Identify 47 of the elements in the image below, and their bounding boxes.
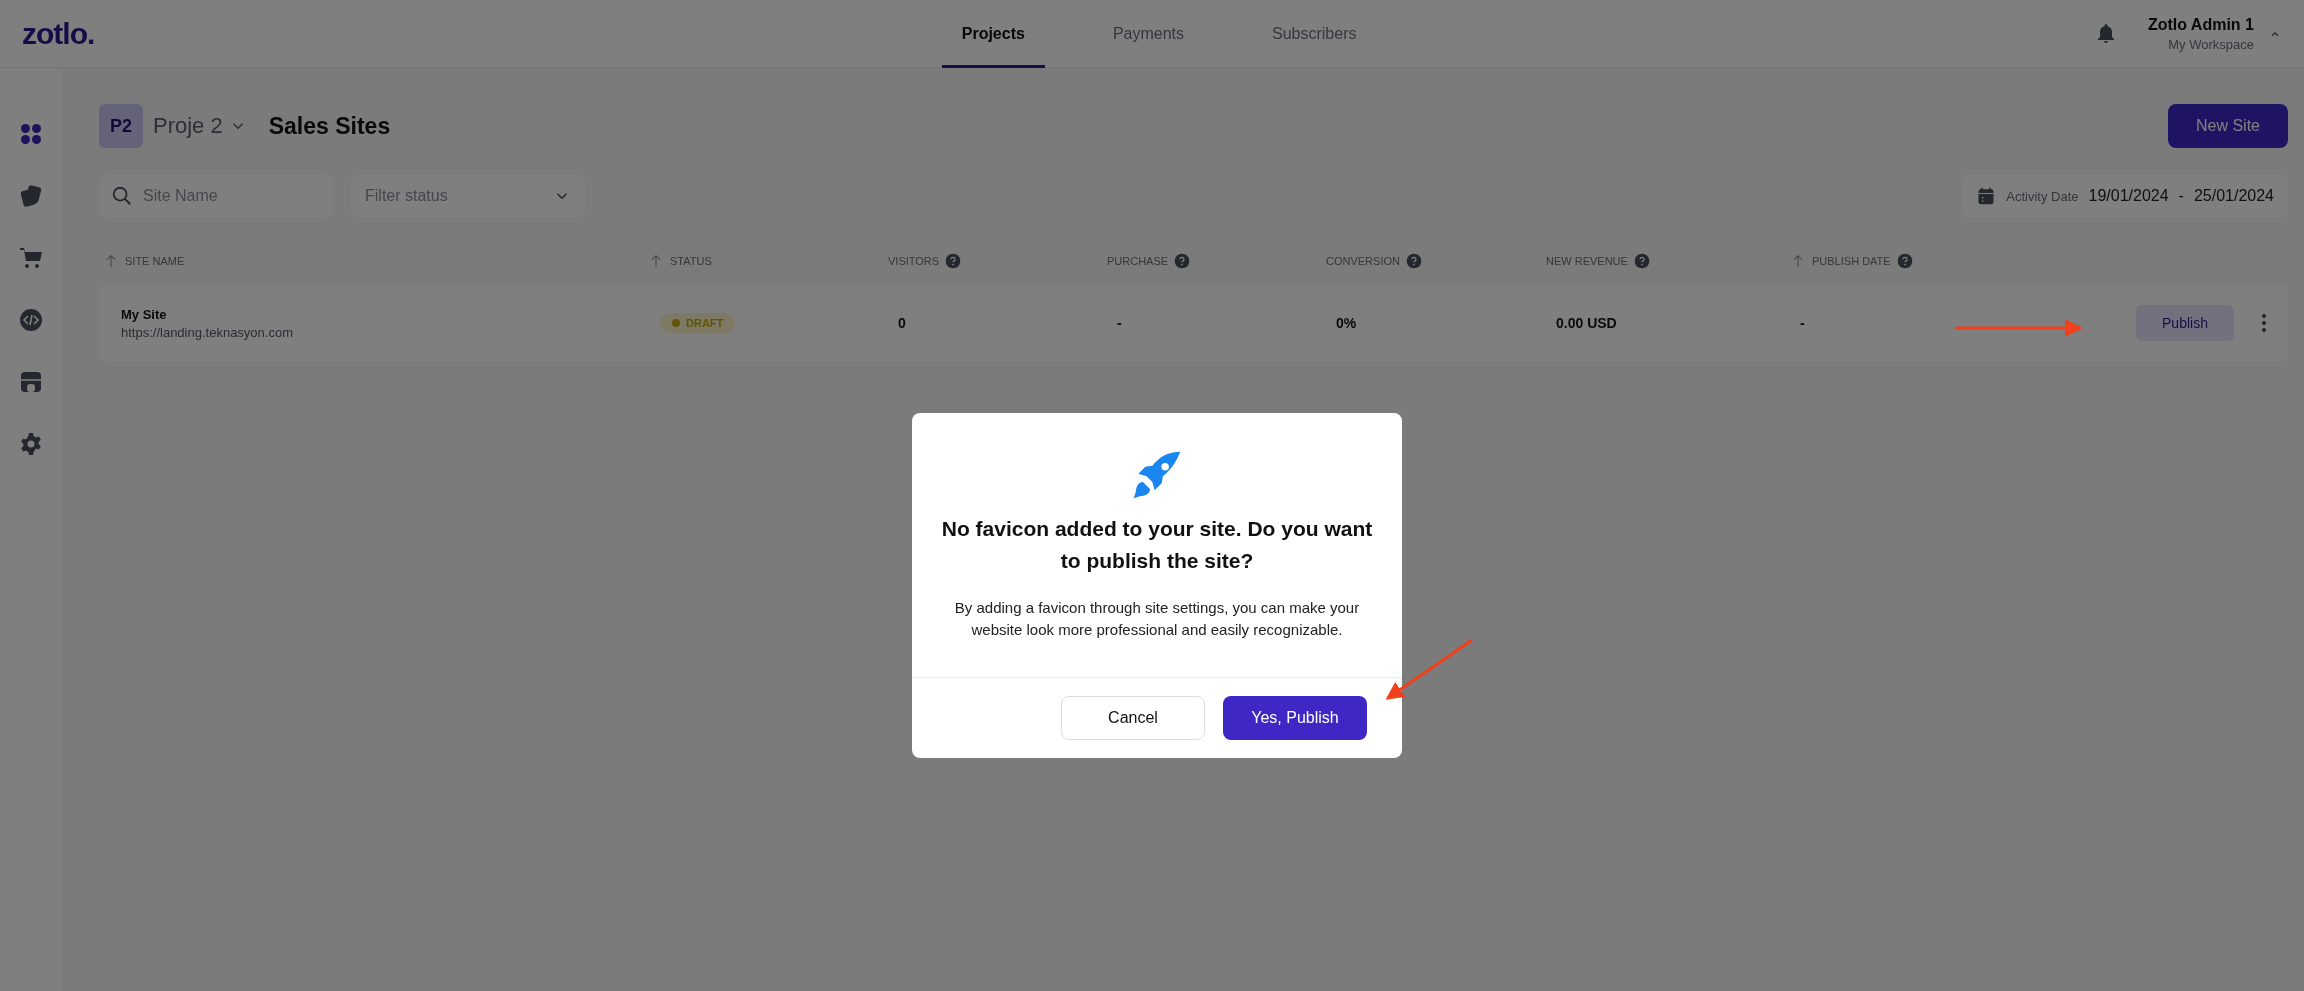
help-icon[interactable] bbox=[1896, 253, 1913, 269]
help-icon[interactable] bbox=[1174, 253, 1191, 269]
column-header[interactable]: PURCHASE bbox=[1107, 255, 1169, 267]
table-cell: 0 bbox=[898, 315, 906, 331]
help-icon[interactable] bbox=[1405, 253, 1422, 269]
table-cell: - bbox=[1800, 315, 1805, 331]
help-icon[interactable] bbox=[945, 253, 962, 269]
help-icon[interactable] bbox=[1633, 253, 1650, 269]
column-header[interactable]: STATUS bbox=[670, 255, 712, 267]
code-icon[interactable] bbox=[19, 308, 43, 332]
column-header[interactable]: VISITORS bbox=[888, 255, 940, 267]
cancel-button[interactable]: Cancel bbox=[1061, 696, 1205, 740]
nav-tab[interactable]: Payments bbox=[1092, 0, 1204, 68]
site-name: My Site bbox=[121, 306, 168, 322]
nav-tab[interactable]: Subscribers bbox=[1252, 0, 1377, 68]
cart-icon[interactable] bbox=[19, 246, 43, 270]
publish-button[interactable]: Publish bbox=[2136, 305, 2234, 341]
table-cell: 0.00 USD bbox=[1556, 315, 1617, 331]
column-header[interactable]: NEW REVENUE bbox=[1546, 255, 1628, 267]
search-field[interactable]: Site Name bbox=[99, 174, 333, 218]
calendar-icon bbox=[1976, 186, 1997, 206]
dialog-title: No favicon added to your site. Do you want to publish the site? bbox=[940, 516, 1374, 574]
column-header[interactable]: CONVERSION bbox=[1326, 255, 1400, 267]
new-site-button[interactable]: New Site bbox=[2168, 104, 2288, 148]
table-cell: - bbox=[1117, 315, 1122, 331]
status-dropdown[interactable]: Filter status bbox=[351, 174, 585, 218]
table-cell: 0% bbox=[1336, 315, 1357, 331]
nav-tab[interactable]: Projects bbox=[941, 0, 1045, 68]
workspace-name: My Workspace bbox=[2167, 36, 2254, 52]
column-header[interactable]: PUBLISH DATE bbox=[1812, 255, 1891, 267]
settings-icon[interactable] bbox=[19, 432, 43, 456]
project-badge: P2 bbox=[99, 104, 143, 148]
logo[interactable]: zotlo. bbox=[22, 16, 95, 51]
table-row[interactable]: My Site https://landing.teknasyon.com DRAFT 0 - 0% 0.00 USD - Publish bbox=[99, 284, 2288, 362]
page-title: Sales Sites bbox=[268, 112, 391, 140]
grid-icon[interactable] bbox=[19, 122, 43, 146]
date-range-picker[interactable]: Activity Date 19/01/2024 - 25/01/2024 bbox=[1962, 174, 2288, 218]
dialog-message: By adding a favicon through site settings, you can make your website look more professional and easily recognizable. bbox=[953, 598, 1361, 640]
search-icon bbox=[111, 185, 133, 207]
pages-icon[interactable] bbox=[19, 184, 43, 208]
site-url: https://landing.teknasyon.com bbox=[121, 324, 294, 340]
status-badge: DRAFT bbox=[660, 313, 736, 333]
column-header[interactable]: SITE NAME bbox=[125, 255, 185, 267]
user-name: Zotlo Admin 1 bbox=[2147, 15, 2254, 34]
confirm-button[interactable]: Yes, Publish bbox=[1223, 696, 1367, 740]
store-icon[interactable] bbox=[19, 370, 43, 394]
project-selector[interactable]: Proje 2 bbox=[153, 113, 247, 139]
